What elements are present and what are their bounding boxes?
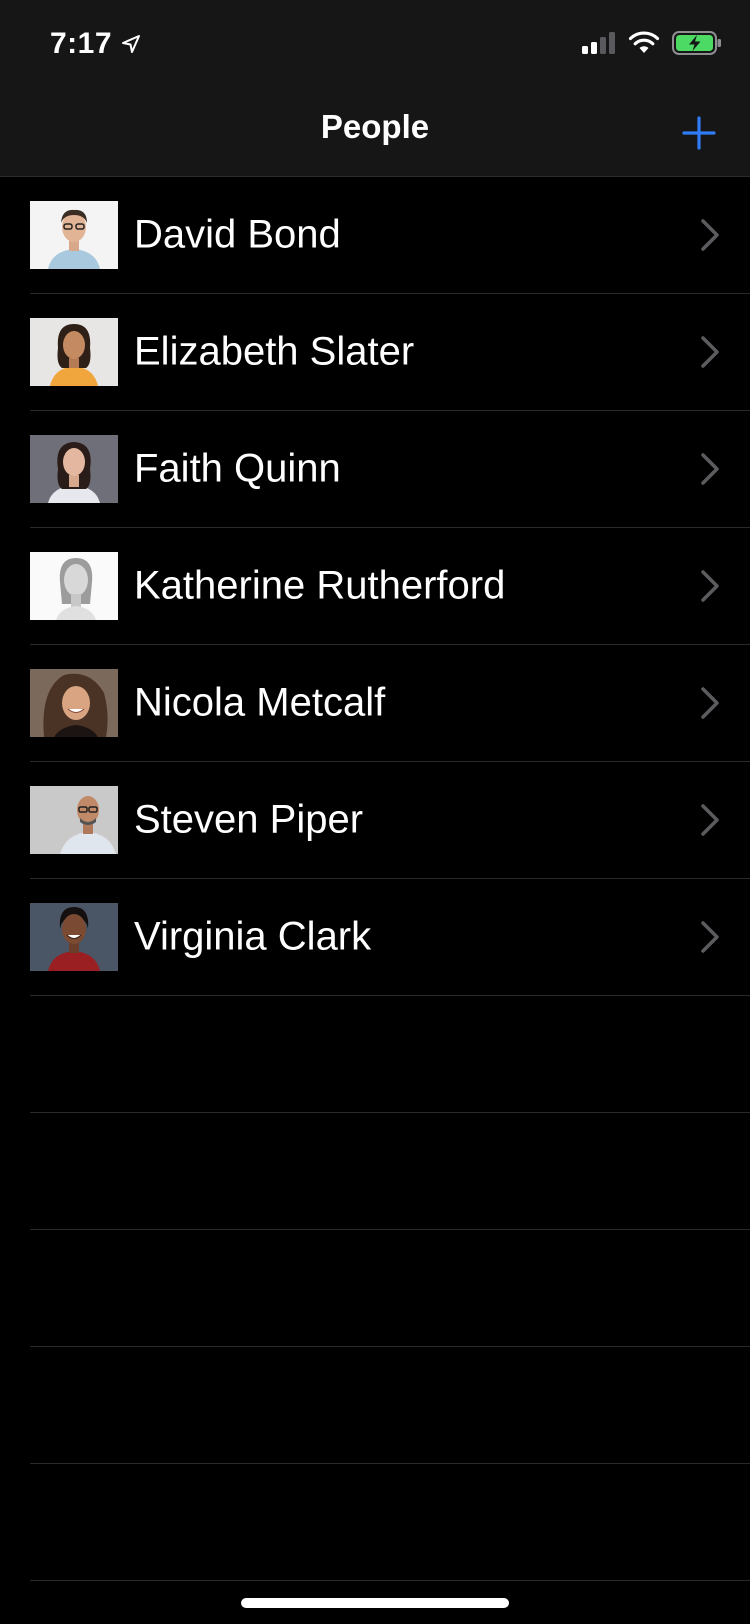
add-person-button[interactable] bbox=[676, 110, 722, 156]
plus-icon bbox=[682, 116, 716, 150]
empty-row bbox=[30, 1230, 750, 1347]
list-item[interactable]: Virginia Clark bbox=[30, 879, 750, 996]
avatar bbox=[30, 435, 118, 503]
list-item[interactable]: David Bond bbox=[30, 177, 750, 294]
empty-row bbox=[30, 1464, 750, 1581]
chevron-right-icon bbox=[701, 453, 719, 485]
avatar bbox=[30, 552, 118, 620]
status-indicators bbox=[582, 30, 722, 60]
cellular-signal-icon bbox=[582, 31, 616, 59]
empty-row bbox=[30, 1113, 750, 1230]
home-indicator[interactable] bbox=[241, 1598, 509, 1608]
chevron-right-icon bbox=[701, 921, 719, 953]
person-name: Faith Quinn bbox=[134, 446, 341, 491]
location-arrow-icon bbox=[120, 33, 142, 55]
person-name: Elizabeth Slater bbox=[134, 329, 415, 374]
person-name: Virginia Clark bbox=[134, 914, 372, 959]
people-list: David Bond Elizabeth Slater Faith Quinn … bbox=[0, 177, 750, 1581]
person-name: Katherine Rutherford bbox=[134, 563, 506, 608]
avatar bbox=[30, 669, 118, 737]
page-title: People bbox=[320, 108, 430, 145]
wifi-icon bbox=[628, 31, 660, 60]
navigation-bar: People bbox=[0, 88, 750, 177]
list-item[interactable]: Nicola Metcalf bbox=[30, 645, 750, 762]
list-item[interactable]: Steven Piper bbox=[30, 762, 750, 879]
chevron-right-icon bbox=[701, 804, 719, 836]
list-item[interactable]: Katherine Rutherford bbox=[30, 528, 750, 645]
status-time: 7:17 bbox=[50, 27, 113, 60]
person-name: Nicola Metcalf bbox=[134, 680, 386, 725]
status-time-group: 7:17 bbox=[50, 26, 142, 62]
chevron-right-icon bbox=[701, 687, 719, 719]
avatar bbox=[30, 201, 118, 269]
avatar bbox=[30, 786, 118, 854]
empty-row bbox=[30, 996, 750, 1113]
avatar bbox=[30, 318, 118, 386]
list-item[interactable]: Elizabeth Slater bbox=[30, 294, 750, 411]
avatar bbox=[30, 903, 118, 971]
empty-row bbox=[30, 1347, 750, 1464]
list-item[interactable]: Faith Quinn bbox=[30, 411, 750, 528]
chevron-right-icon bbox=[701, 219, 719, 251]
chevron-right-icon bbox=[701, 336, 719, 368]
status-bar: 7:17 bbox=[0, 0, 750, 88]
battery-charging-icon bbox=[672, 30, 722, 60]
person-name: David Bond bbox=[134, 212, 341, 257]
person-name: Steven Piper bbox=[134, 797, 364, 842]
chevron-right-icon bbox=[701, 570, 719, 602]
